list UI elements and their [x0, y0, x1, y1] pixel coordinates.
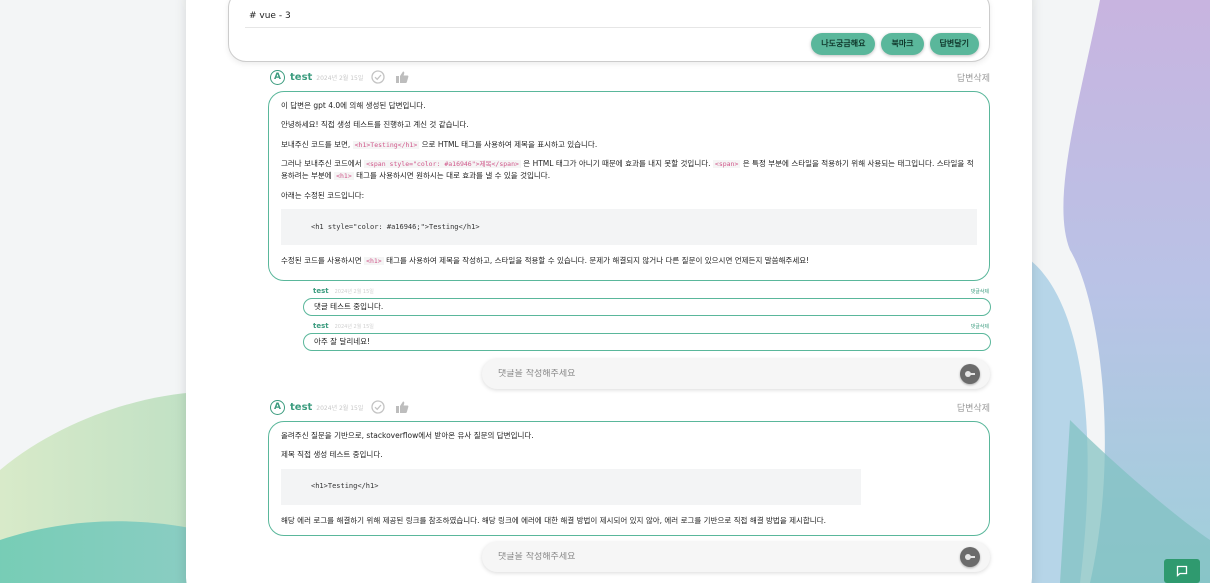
- answer-paragraph: 수정된 코드를 사용하시면 <h1> 태그를 사용하여 제목을 작성하고, 스타…: [281, 256, 810, 265]
- chat-button[interactable]: [1164, 559, 1200, 583]
- send-comment-button[interactable]: [960, 364, 980, 384]
- comment-input[interactable]: [498, 552, 938, 562]
- delete-answer-link[interactable]: 답변삭제: [957, 71, 990, 84]
- divider: [245, 27, 981, 28]
- answer-date: 2024년 2월 15일: [316, 74, 364, 82]
- answer-author: test: [290, 71, 313, 83]
- answer-paragraph: 이 답변은 gpt 4.0에 의해 생성된 답변입니다.: [281, 101, 426, 110]
- check-circle-icon[interactable]: [371, 400, 386, 414]
- send-comment-button[interactable]: [960, 547, 980, 567]
- delete-comment-link[interactable]: 댓글삭제: [971, 288, 989, 295]
- question-actions: 나도궁금해요 북마크 답변달기: [811, 33, 979, 55]
- me-too-curious-button[interactable]: 나도궁금해요: [811, 33, 876, 55]
- bookmark-button[interactable]: 북마크: [881, 33, 924, 55]
- question-card: # vue - 3 나도궁금해요 북마크 답변달기: [228, 0, 990, 62]
- answer-paragraph: 올려주신 질문을 기반으로, stackoverflow에서 받아온 유사 질문…: [281, 431, 534, 440]
- answer-body: 올려주신 질문을 기반으로, stackoverflow에서 받아온 유사 질문…: [268, 421, 990, 536]
- question-tag[interactable]: # vue - 3: [249, 11, 291, 21]
- comment-item: 아주 잘 달리네요!: [303, 333, 991, 351]
- answer-paragraph: 보내주신 코드를 보면, <h1>Testing</h1> 으로 HTML 태그…: [281, 139, 598, 149]
- check-circle-icon[interactable]: [371, 70, 386, 84]
- comment-author: test: [313, 287, 329, 295]
- comment-input-bar: [482, 359, 990, 389]
- answer-paragraph: 제목 직접 생성 테스트 중입니다.: [281, 450, 383, 460]
- comment-date: 2024년 2월 15일: [334, 288, 374, 295]
- inline-code: <h1>Testing</h1>: [352, 140, 420, 149]
- inline-code: <span>: [712, 160, 741, 169]
- inline-code: <span style="color: #a16946">제목</span>: [364, 160, 521, 169]
- comment-author: test: [313, 322, 329, 330]
- answer-paragraph: 그러나 보내주신 코드에서 <span style="color: #a1694…: [281, 159, 974, 180]
- delete-comment-link[interactable]: 댓글삭제: [971, 323, 989, 330]
- answer-body: 이 답변은 gpt 4.0에 의해 생성된 답변입니다. 안녕하세요! 직접 생…: [268, 91, 990, 281]
- inline-code: <h1>: [364, 257, 384, 265]
- avatar-circle-icon: A: [270, 399, 285, 415]
- send-key-icon: [965, 554, 975, 560]
- comment-input-bar: [482, 542, 990, 572]
- comment-meta: test 2024년 2월 15일 댓글삭제: [313, 286, 989, 296]
- thumbs-up-icon[interactable]: [395, 400, 409, 414]
- comment-meta: test 2024년 2월 15일 댓글삭제: [313, 321, 989, 331]
- answer-header: A test 2024년 2월 15일 답변삭제: [270, 398, 990, 416]
- code-block: <h1 style="color: #a16946;">Testing</h1>: [281, 209, 977, 245]
- code-block: <h1>Testing</h1>: [281, 468, 861, 505]
- answer-header: A test 2024년 2월 15일 답변삭제: [270, 68, 990, 86]
- comment-date: 2024년 2월 15일: [334, 323, 374, 330]
- answer-date: 2024년 2월 15일: [316, 404, 364, 412]
- avatar-circle-icon: A: [270, 69, 285, 85]
- comment-input[interactable]: [498, 369, 938, 379]
- thumbs-up-icon[interactable]: [395, 70, 409, 84]
- answer-paragraph: 해당 에러 로그를 해결하기 위해 제공된 링크를 참조하였습니다. 해당 링크…: [281, 515, 826, 525]
- delete-answer-link[interactable]: 답변삭제: [957, 401, 990, 414]
- answer-author: test: [290, 401, 313, 413]
- write-answer-button[interactable]: 답변달기: [929, 33, 979, 55]
- send-key-icon: [965, 371, 975, 377]
- answer-paragraph: 아래는 수정된 코드입니다:: [281, 190, 365, 200]
- answer-paragraph: 안녕하세요! 직접 생성 테스트를 진행하고 계신 것 같습니다.: [281, 120, 469, 130]
- comment-item: 댓글 테스트 중입니다.: [303, 298, 991, 316]
- chat-bubble-icon: [1176, 565, 1188, 577]
- inline-code: <h1>: [334, 172, 354, 180]
